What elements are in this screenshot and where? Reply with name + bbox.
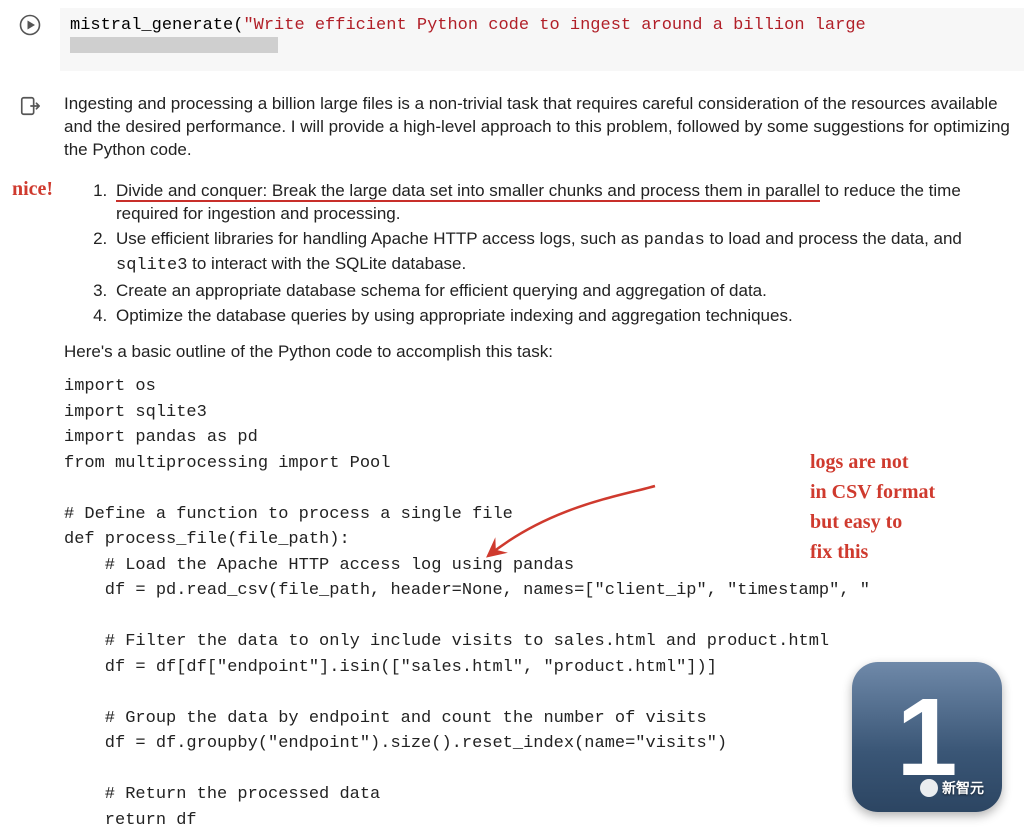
intro-paragraph: Ingesting and processing a billion large… — [64, 93, 1014, 162]
open-paren: ( — [233, 16, 243, 35]
string-argument: "Write efficient Python code to ingest a… — [243, 16, 865, 35]
steps-list: Divide and conquer: Break the large data… — [64, 180, 1014, 328]
run-cell-icon[interactable] — [19, 14, 41, 36]
wechat-icon — [920, 779, 938, 797]
step-3: Create an appropriate database schema fo… — [112, 280, 1014, 303]
inline-code-sqlite3: sqlite3 — [116, 256, 187, 275]
step-1-underlined: Divide and conquer: Break the large data… — [116, 181, 820, 202]
corner-badge: 1 新智元 — [852, 662, 1002, 812]
output-icon — [19, 95, 41, 117]
code-line: mistral_generate("Write efficient Python… — [70, 16, 1014, 35]
code-cell-gutter — [0, 8, 60, 36]
text-selection-highlight — [70, 37, 278, 53]
inline-code-pandas: pandas — [644, 231, 705, 250]
function-name: mistral_generate — [70, 16, 233, 35]
code-input-area[interactable]: mistral_generate("Write efficient Python… — [60, 8, 1024, 71]
annotation-nice: nice! — [12, 178, 53, 201]
badge-watermark: 新智元 — [920, 778, 984, 798]
annotation-logs: logs are not in CSV format but easy to f… — [810, 447, 990, 567]
code-input-cell: mistral_generate("Write efficient Python… — [0, 0, 1024, 71]
step-4: Optimize the database queries by using a… — [112, 305, 1014, 328]
output-cell-gutter — [0, 89, 60, 117]
watermark-text: 新智元 — [942, 778, 984, 798]
step-1: Divide and conquer: Break the large data… — [112, 180, 1014, 226]
step-2: Use efficient libraries for handling Apa… — [112, 228, 1014, 278]
outline-label: Here's a basic outline of the Python cod… — [64, 341, 1014, 364]
